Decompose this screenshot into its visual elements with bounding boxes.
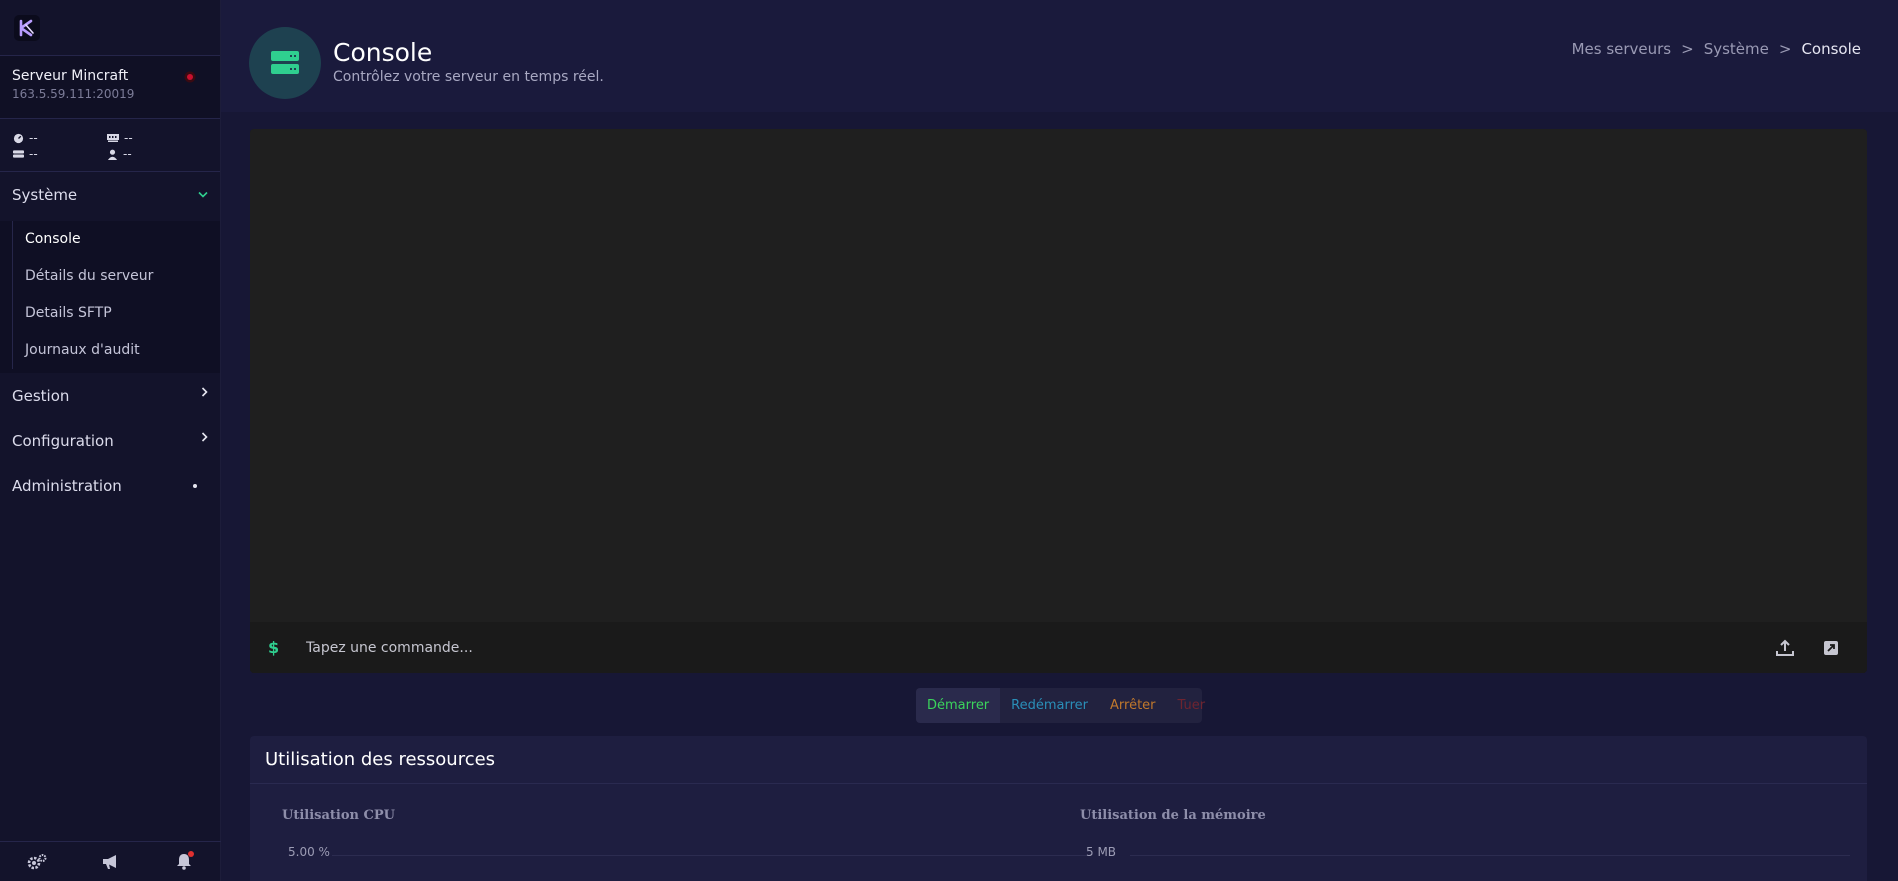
hard-drive-icon bbox=[13, 150, 24, 158]
upload-button[interactable] bbox=[1775, 638, 1795, 658]
start-button[interactable]: Démarrer bbox=[916, 688, 1001, 723]
memory-usage-axis-value: 5 MB bbox=[1086, 845, 1117, 859]
stat-disk-value: -- bbox=[29, 147, 38, 161]
memory-usage-label: Utilisation de la mémoire bbox=[1080, 808, 1266, 823]
memory-gridline bbox=[1130, 855, 1850, 856]
server-ip: 163.5.59.111:20019 bbox=[12, 87, 135, 101]
breadcrumb-separator: > bbox=[1681, 40, 1694, 58]
page-header-badge bbox=[249, 27, 321, 99]
nav-section-gestion-label: Gestion bbox=[12, 386, 70, 405]
page-header: Console Contrôlez votre serveur en temps… bbox=[221, 0, 1898, 112]
sidebar-item-server-details[interactable]: Détails du serveur bbox=[12, 258, 220, 295]
prompt-sign: $ bbox=[268, 638, 280, 657]
sidebar: Serveur Mincraft 163.5.59.111:20019 -- -… bbox=[0, 0, 221, 881]
dot-icon bbox=[193, 483, 197, 488]
gauge-icon bbox=[13, 133, 24, 143]
breadcrumb-system[interactable]: Système bbox=[1704, 40, 1769, 58]
power-controls: Démarrer Redémarrer Arrêter Tuer bbox=[916, 688, 1205, 723]
sidebar-footer bbox=[0, 841, 221, 881]
nav-section-administration-label: Administration bbox=[12, 476, 122, 495]
megaphone-icon bbox=[103, 854, 117, 869]
breadcrumb-current: Console bbox=[1801, 40, 1861, 58]
stat-cpu-value: -- bbox=[29, 131, 38, 145]
main-content: Console Contrôlez votre serveur en temps… bbox=[221, 0, 1898, 881]
console-input-bar: $ bbox=[250, 622, 1867, 673]
page-title: Console bbox=[333, 38, 433, 67]
notification-badge bbox=[188, 850, 195, 857]
server-card[interactable]: Serveur Mincraft 163.5.59.111:20019 bbox=[0, 56, 220, 119]
stat-memory: -- bbox=[107, 131, 201, 145]
external-link-icon bbox=[1824, 640, 1838, 655]
popout-button[interactable] bbox=[1821, 638, 1841, 658]
logo[interactable] bbox=[14, 14, 40, 41]
stat-players: -- bbox=[107, 147, 201, 161]
breadcrumb-separator: > bbox=[1778, 40, 1792, 58]
breadcrumb-my-servers[interactable]: Mes serveurs bbox=[1572, 40, 1672, 58]
nav-systeme-submenu: Console Détails du serveur Details SFTP … bbox=[0, 221, 220, 373]
chevron-right-icon bbox=[201, 386, 208, 397]
nav-section-gestion[interactable]: Gestion bbox=[0, 373, 220, 418]
chevron-right-icon bbox=[201, 431, 208, 442]
command-input[interactable] bbox=[306, 639, 1775, 656]
server-name: Serveur Mincraft bbox=[12, 68, 129, 84]
nav-section-administration[interactable]: Administration bbox=[0, 463, 220, 508]
announcements-button[interactable] bbox=[98, 850, 122, 874]
console-output[interactable] bbox=[250, 129, 1867, 622]
stat-memory-value: -- bbox=[124, 131, 133, 145]
upload-icon bbox=[1776, 639, 1794, 656]
user-icon bbox=[107, 149, 118, 160]
sidebar-item-console[interactable]: Console bbox=[12, 221, 220, 258]
stat-disk: -- bbox=[13, 147, 107, 161]
kill-button[interactable]: Tuer bbox=[1167, 688, 1217, 723]
restart-button[interactable]: Redémarrer bbox=[1000, 688, 1099, 723]
cpu-usage-chart: Utilisation CPU 5.00 % bbox=[282, 808, 395, 859]
sidebar-item-sftp-details[interactable]: Details SFTP bbox=[12, 295, 220, 332]
nav-section-configuration-label: Configuration bbox=[12, 431, 114, 450]
nav-section-systeme-label: Système bbox=[12, 185, 78, 204]
cpu-usage-axis-value: 5.00 % bbox=[288, 845, 330, 859]
memory-icon bbox=[107, 134, 119, 142]
cpu-usage-label: Utilisation CPU bbox=[282, 808, 395, 823]
stop-button[interactable]: Arrêter bbox=[1099, 688, 1167, 723]
notifications-button[interactable] bbox=[172, 850, 196, 874]
logo-area bbox=[0, 0, 220, 56]
console-panel: $ bbox=[250, 129, 1867, 673]
chevron-down-icon bbox=[198, 191, 208, 198]
stat-cpu: -- bbox=[13, 131, 107, 145]
cpu-gridline bbox=[332, 855, 1089, 856]
page-subtitle: Contrôlez votre serveur en temps réel. bbox=[333, 69, 604, 85]
nav-section-configuration[interactable]: Configuration bbox=[0, 418, 220, 463]
settings-button[interactable] bbox=[25, 850, 49, 874]
sidebar-item-audit-logs[interactable]: Journaux d'audit bbox=[12, 332, 220, 369]
server-icon bbox=[271, 51, 299, 74]
resources-panel: Utilisation des ressources Utilisation C… bbox=[250, 736, 1867, 881]
logo-icon bbox=[19, 19, 34, 36]
server-stats: -- -- -- -- bbox=[0, 119, 220, 172]
memory-usage-chart: Utilisation de la mémoire 5 MB bbox=[1080, 808, 1266, 859]
stat-players-value: -- bbox=[123, 147, 132, 161]
nav-section-systeme[interactable]: Système bbox=[0, 172, 220, 217]
server-status-indicator-icon bbox=[184, 71, 196, 83]
gears-icon bbox=[27, 853, 47, 869]
breadcrumb: Mes serveurs > Système > Console bbox=[1572, 40, 1861, 58]
resources-title: Utilisation des ressources bbox=[250, 736, 1867, 784]
